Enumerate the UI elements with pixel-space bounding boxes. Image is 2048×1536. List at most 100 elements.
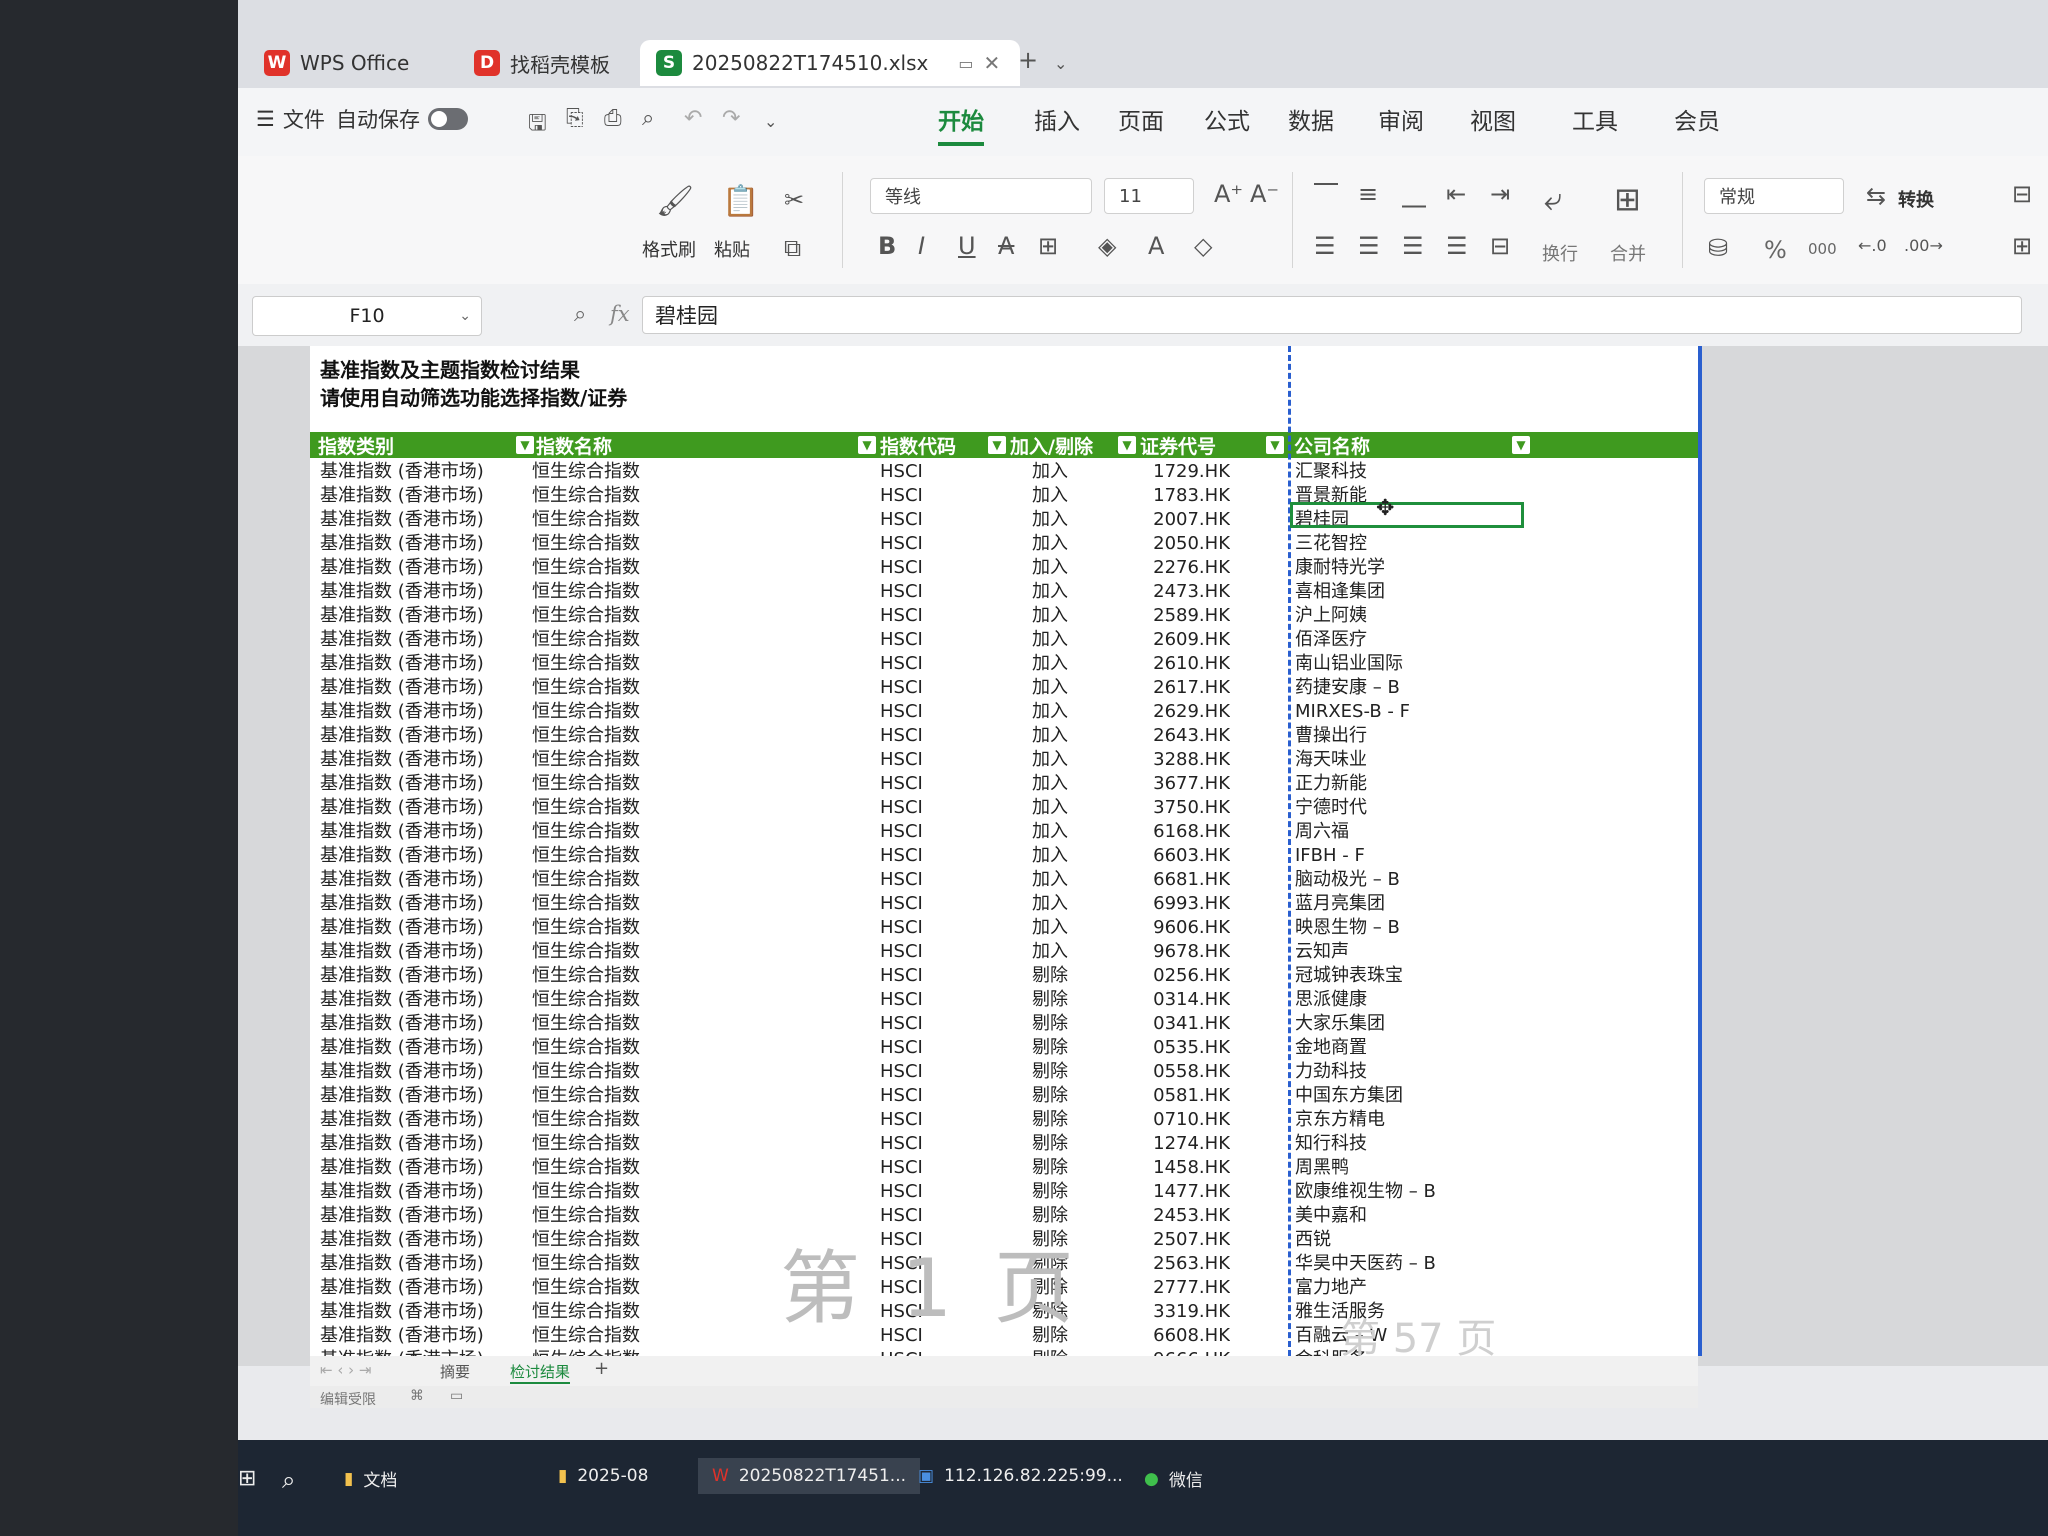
tab-home[interactable]: 开始: [938, 102, 984, 146]
cell-index-name[interactable]: 恒生综合指数: [532, 1108, 732, 1132]
cell-index-name[interactable]: 恒生综合指数: [532, 1132, 732, 1156]
align-right-icon[interactable]: ☰: [1402, 232, 1424, 260]
cell-add-remove[interactable]: 剔除: [1010, 1180, 1090, 1204]
cell-company-name[interactable]: 沪上阿姨: [1295, 604, 1485, 628]
table-row[interactable]: 基准指数 (香港市场) 恒生综合指数 HSCI 加入 2473.HK 喜相逢集团: [310, 580, 1698, 604]
cell-index-category[interactable]: 基准指数 (香港市场): [320, 652, 524, 676]
cell-security-code[interactable]: 1783.HK: [1110, 484, 1230, 508]
cell-add-remove[interactable]: 加入: [1010, 580, 1090, 604]
cell-company-name[interactable]: 周六福: [1295, 820, 1485, 844]
cell-security-code[interactable]: 2276.HK: [1110, 556, 1230, 580]
cell-index-name[interactable]: 恒生综合指数: [532, 1036, 732, 1060]
chevron-down-icon[interactable]: ⌄: [764, 112, 777, 131]
cell-add-remove[interactable]: 加入: [1010, 748, 1090, 772]
cell-index-code[interactable]: HSCI: [880, 460, 940, 484]
table-row[interactable]: 基准指数 (香港市场) 恒生综合指数 HSCI 加入 9678.HK 云知声: [310, 940, 1698, 964]
cell-index-code[interactable]: HSCI: [880, 1180, 940, 1204]
cell-security-code[interactable]: 3319.HK: [1110, 1300, 1230, 1324]
decrease-decimal-icon[interactable]: .00→: [1904, 236, 1943, 255]
cell-index-code[interactable]: HSCI: [880, 1108, 940, 1132]
cell-index-category[interactable]: 基准指数 (香港市场): [320, 868, 524, 892]
number-format-select[interactable]: 常规: [1704, 178, 1844, 214]
cell-index-name[interactable]: 恒生综合指数: [532, 796, 732, 820]
filter-dropdown-icon[interactable]: ▼: [1118, 436, 1136, 454]
table-row[interactable]: 基准指数 (香港市场) 恒生综合指数 HSCI 加入 2617.HK 药捷安康 – B: [310, 676, 1698, 700]
undo-icon[interactable]: ↶: [684, 106, 702, 131]
cell-index-name[interactable]: 恒生综合指数: [532, 844, 732, 868]
cell-index-name[interactable]: 恒生综合指数: [532, 1252, 732, 1276]
cell-company-name[interactable]: 富力地产: [1295, 1276, 1485, 1300]
cell-index-category[interactable]: 基准指数 (香港市场): [320, 1204, 524, 1228]
cell-index-category[interactable]: 基准指数 (香港市场): [320, 604, 524, 628]
cell-add-remove[interactable]: 加入: [1010, 628, 1090, 652]
header-company-name[interactable]: 公司名称 ▼: [1294, 432, 1530, 458]
cell-index-category[interactable]: 基准指数 (香港市场): [320, 748, 524, 772]
cell-add-remove[interactable]: 加入: [1010, 916, 1090, 940]
align-left-icon[interactable]: ☰: [1314, 232, 1336, 260]
cell-security-code[interactable]: 2610.HK: [1110, 652, 1230, 676]
copy-icon[interactable]: ⧉: [784, 234, 801, 262]
cell-add-remove[interactable]: 加入: [1010, 556, 1090, 580]
table-row[interactable]: 基准指数 (香港市场) 恒生综合指数 HSCI 加入 2609.HK 佰泽医疗: [310, 628, 1698, 652]
cell-index-code[interactable]: HSCI: [880, 508, 940, 532]
macro-icon[interactable]: ⌘: [410, 1388, 424, 1404]
table-row[interactable]: 基准指数 (香港市场) 恒生综合指数 HSCI 剔除 1274.HK 知行科技: [310, 1132, 1698, 1156]
cell-security-code[interactable]: 2507.HK: [1110, 1228, 1230, 1252]
cell-company-name[interactable]: 脑动极光 – B: [1295, 868, 1485, 892]
cell-security-code[interactable]: 6603.HK: [1110, 844, 1230, 868]
cell-security-code[interactable]: 0535.HK: [1110, 1036, 1230, 1060]
cell-company-name[interactable]: 金地商置: [1295, 1036, 1485, 1060]
cell-add-remove[interactable]: 剔除: [1010, 988, 1090, 1012]
table-row[interactable]: 基准指数 (香港市场) 恒生综合指数 HSCI 加入 2050.HK 三花智控: [310, 532, 1698, 556]
tab-wps-office[interactable]: W WPS Office: [248, 40, 468, 86]
paste-label[interactable]: 粘贴: [714, 236, 750, 262]
table-row[interactable]: 基准指数 (香港市场) 恒生综合指数 HSCI 加入 6681.HK 脑动极光 – B: [310, 868, 1698, 892]
cell-index-category[interactable]: 基准指数 (香港市场): [320, 1036, 524, 1060]
cell-add-remove[interactable]: 加入: [1010, 604, 1090, 628]
cell-index-name[interactable]: 恒生综合指数: [532, 652, 732, 676]
search-icon[interactable]: ⌕: [282, 1466, 295, 1494]
close-tab-icon[interactable]: ✕: [984, 51, 1001, 75]
tab-insert[interactable]: 插入: [1034, 102, 1080, 136]
cell-index-name[interactable]: 恒生综合指数: [532, 628, 732, 652]
cell-security-code[interactable]: 0581.HK: [1110, 1084, 1230, 1108]
cell-company-name[interactable]: 喜相逢集团: [1295, 580, 1485, 604]
cell-index-code[interactable]: HSCI: [880, 652, 940, 676]
cell-index-name[interactable]: 恒生综合指数: [532, 700, 732, 724]
italic-icon[interactable]: I: [918, 232, 925, 260]
cell-add-remove[interactable]: 加入: [1010, 940, 1090, 964]
cell-add-remove[interactable]: 加入: [1010, 460, 1090, 484]
cell-company-name[interactable]: 正力新能: [1295, 772, 1485, 796]
table-row[interactable]: 基准指数 (香港市场) 恒生综合指数 HSCI 加入 2629.HK MIRXES-B -…: [310, 700, 1698, 724]
clear-format-icon[interactable]: ◇: [1194, 232, 1212, 260]
table-row[interactable]: 基准指数 (香港市场) 恒生综合指数 HSCI 剔除 0314.HK 思派健康: [310, 988, 1698, 1012]
cell-security-code[interactable]: 0314.HK: [1110, 988, 1230, 1012]
table-row[interactable]: 基准指数 (香港市场) 恒生综合指数 HSCI 剔除 0710.HK 京东方精电: [310, 1108, 1698, 1132]
cell-add-remove[interactable]: 加入: [1010, 892, 1090, 916]
cell-index-code[interactable]: HSCI: [880, 1012, 940, 1036]
cell-security-code[interactable]: 2643.HK: [1110, 724, 1230, 748]
cell-index-code[interactable]: HSCI: [880, 988, 940, 1012]
cell-index-name[interactable]: 恒生综合指数: [532, 1084, 732, 1108]
cell-add-remove[interactable]: 加入: [1010, 652, 1090, 676]
cell-index-code[interactable]: HSCI: [880, 796, 940, 820]
format-painter-label[interactable]: 格式刷: [642, 236, 696, 262]
cell-index-code[interactable]: HSCI: [880, 892, 940, 916]
tab-docer[interactable]: D 找稻壳模板: [458, 40, 628, 86]
cell-add-remove[interactable]: 加入: [1010, 700, 1090, 724]
cell-security-code[interactable]: 6681.HK: [1110, 868, 1230, 892]
cell-index-name[interactable]: 恒生综合指数: [532, 892, 732, 916]
cell-add-remove[interactable]: 剔除: [1010, 1156, 1090, 1180]
cell-index-name[interactable]: 恒生综合指数: [532, 532, 732, 556]
cell-index-code[interactable]: HSCI: [880, 1060, 940, 1084]
cell-index-code[interactable]: HSCI: [880, 1132, 940, 1156]
cell-index-name[interactable]: 恒生综合指数: [532, 1300, 732, 1324]
cell-company-name[interactable]: 思派健康: [1295, 988, 1485, 1012]
cell-add-remove[interactable]: 加入: [1010, 844, 1090, 868]
underline-icon[interactable]: U: [958, 232, 976, 260]
cell-index-name[interactable]: 恒生综合指数: [532, 1324, 732, 1348]
cell-add-remove[interactable]: 加入: [1010, 508, 1090, 532]
cell-company-name[interactable]: 曹操出行: [1295, 724, 1485, 748]
cell-company-name[interactable]: 冠城钟表珠宝: [1295, 964, 1485, 988]
format-painter-icon[interactable]: 🖌: [656, 184, 694, 219]
